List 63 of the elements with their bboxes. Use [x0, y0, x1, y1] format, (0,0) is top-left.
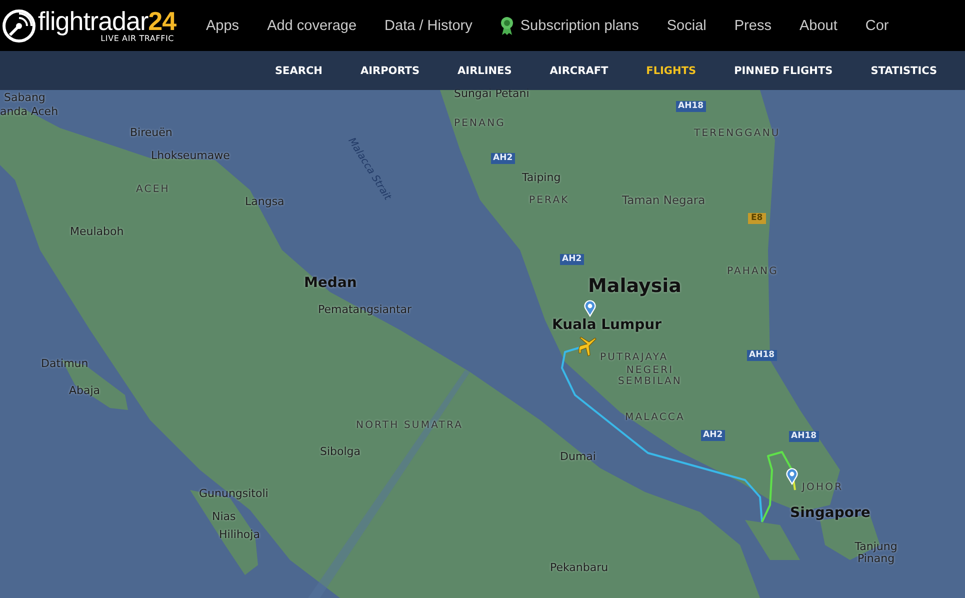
map-label: PENANG [454, 118, 506, 129]
menu-link[interactable]: Social [652, 0, 720, 51]
map-label: Langsa [245, 196, 284, 208]
map-label: AH2 [560, 254, 584, 266]
map-label: Kuala Lumpur [552, 318, 662, 334]
map-label: TERENGGANU [694, 128, 780, 139]
award-icon [500, 16, 514, 36]
map-label: Datimun [41, 358, 88, 370]
map-label: Malaysia [588, 276, 682, 297]
menu-link[interactable]: Data / History [370, 0, 486, 51]
map-label: Hilihoja [219, 529, 260, 542]
nav-tab[interactable]: AIRCRAFT [530, 51, 628, 90]
map-label: MALACCA [625, 412, 685, 423]
logo-tagline: LIVE AIR TRAFFIC [100, 34, 174, 43]
map-label: anda Aceh [0, 106, 58, 118]
map-label: AH2 [491, 153, 515, 164]
map-label: Sungai Petani [454, 88, 530, 100]
map-label: PUTRAJAYA [600, 352, 668, 363]
map-label: PERAK [529, 195, 570, 206]
map-label: Nias [212, 511, 236, 524]
map-label: Medan [304, 276, 357, 292]
map-label: Singapore [790, 506, 870, 522]
map-label: Sabang [4, 92, 46, 104]
map-label: AH18 [789, 431, 819, 442]
map-label: Taiping [522, 172, 561, 184]
map-label: JOHOR [802, 482, 844, 493]
map-label: Pekanbaru [550, 562, 608, 574]
map-label: NEGERI SEMBILAN [616, 365, 684, 387]
menu-link[interactable]: Apps [192, 0, 254, 51]
map-label: Bireuën [130, 127, 172, 140]
nav-tab[interactable]: STATISTICS [852, 51, 956, 90]
menu-link[interactable]: Subscription plans [486, 0, 653, 51]
map-label: PAHANG [727, 266, 778, 277]
map-label: Gunungsitoli [199, 488, 268, 500]
menu-link[interactable]: About [785, 0, 852, 51]
map-label: Sibolga [320, 446, 361, 458]
map-label: E8 [748, 213, 766, 224]
location-pin-icon[interactable] [786, 468, 798, 485]
location-pin-icon[interactable] [584, 300, 596, 317]
map-label: Dumai [560, 451, 596, 464]
nav-tab[interactable]: SEARCH [256, 51, 342, 90]
nav-tab[interactable]: FLIGHTS [627, 51, 716, 90]
map-label: Abaja [69, 385, 100, 398]
map-label: AH18 [676, 101, 706, 112]
map-label: Meulaboh [70, 226, 124, 238]
map-label: AH2 [701, 430, 725, 442]
nav-tab[interactable]: AIRPORTS [341, 51, 439, 90]
radar-logo-icon [2, 8, 36, 42]
menu-link[interactable]: Add coverage [253, 0, 371, 51]
nav-tab[interactable]: AIRLINES [438, 51, 531, 90]
menu-link[interactable]: Press [720, 0, 786, 51]
map-label: ACEH [136, 184, 170, 195]
map-label: NORTH SUMATRA [356, 420, 464, 431]
menu-link[interactable]: Cor [851, 0, 903, 51]
map-label: AH18 [747, 350, 777, 362]
map-label: Tanjung Pinang [854, 541, 898, 566]
nav-tab[interactable]: PINNED FLIGHTS [715, 51, 852, 90]
aircraft-icon[interactable] [577, 336, 599, 358]
map-label: Pematangsiantar [318, 304, 412, 316]
logo-wordmark: flightradar [38, 8, 148, 34]
map-label: Taman Negara [622, 194, 706, 207]
logo-number: 24 [148, 8, 176, 34]
map-label: Lhokseumawe [151, 150, 230, 162]
